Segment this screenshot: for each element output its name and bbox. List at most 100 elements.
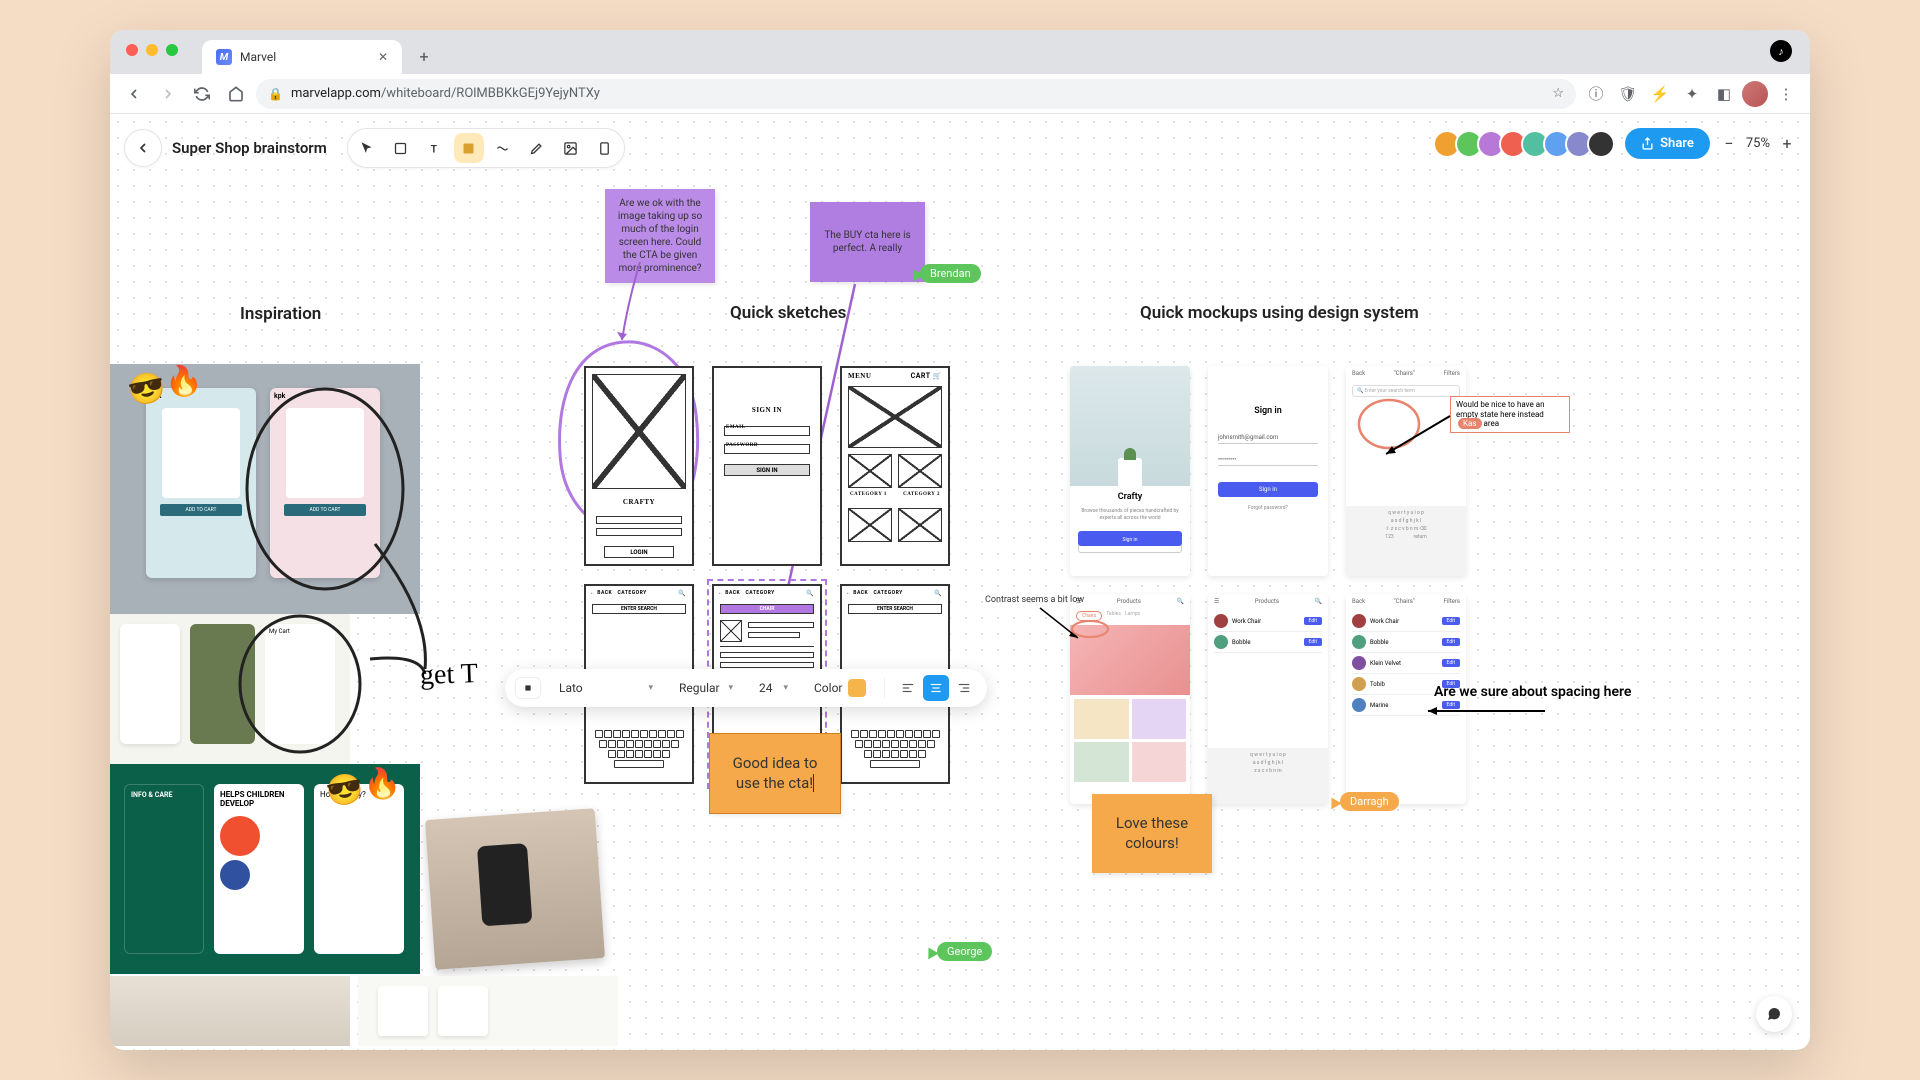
- close-tab-icon[interactable]: ✕: [378, 50, 388, 64]
- arrow-icon: [1420, 704, 1550, 718]
- reload-button[interactable]: [188, 80, 216, 108]
- window-controls: [126, 44, 178, 56]
- svg-text:T: T: [431, 144, 437, 155]
- sticky-text: Good idea to use the cta!: [733, 754, 818, 792]
- connector-tool[interactable]: [488, 133, 518, 163]
- wireframe-signin[interactable]: SIGN IN EMAIL PASSWORD SIGN IN: [712, 366, 822, 566]
- chrome-profile-avatar[interactable]: [1742, 81, 1768, 107]
- freehand-circle: [240, 614, 370, 764]
- zoom-in-button[interactable]: +: [1778, 134, 1796, 153]
- text-tool[interactable]: T: [420, 133, 450, 163]
- browser-window: M Marvel ✕ + ♪ 🔒 marvelapp.com/whiteboar…: [110, 30, 1810, 1050]
- zoom-level[interactable]: 75%: [1746, 136, 1770, 151]
- list-item[interactable]: BobbleEdit: [1214, 632, 1322, 653]
- color-swatch: [848, 679, 866, 697]
- chrome-menu-icon[interactable]: ⋮: [1772, 80, 1800, 108]
- color-picker[interactable]: Color: [806, 675, 874, 701]
- align-center-button[interactable]: [923, 675, 949, 701]
- shape-tool[interactable]: [386, 133, 416, 163]
- zoom-controls: − 75% +: [1720, 134, 1796, 153]
- sticky-note[interactable]: The BUY cta here is perfect. A really: [810, 202, 925, 282]
- annotation-text[interactable]: Are we sure about spacing here: [1434, 684, 1631, 700]
- chat-icon: [1766, 1006, 1782, 1022]
- wireframe-login[interactable]: CRAFTY LOGIN: [584, 366, 694, 566]
- tab-title: Marvel: [240, 50, 276, 64]
- wireframe-grid: CRAFTY LOGIN SIGN IN EMAIL PASSWORD SIGN…: [584, 366, 950, 784]
- back-button[interactable]: [120, 80, 148, 108]
- browser-tab[interactable]: M Marvel ✕: [202, 40, 402, 74]
- forward-button[interactable]: [154, 80, 182, 108]
- font-family-select[interactable]: Lato▾: [551, 677, 661, 699]
- pen-tool[interactable]: [522, 133, 552, 163]
- mockup-products-list[interactable]: ☰Products🔍 Work ChairEditBobbleEdit q w …: [1208, 594, 1328, 804]
- minimize-window-icon[interactable]: [146, 44, 158, 56]
- new-tab-button[interactable]: +: [410, 42, 438, 70]
- cursor-user-name: Kas: [1458, 418, 1482, 429]
- inspiration-photo[interactable]: [425, 808, 605, 969]
- close-window-icon[interactable]: [126, 44, 138, 56]
- app-back-button[interactable]: [124, 129, 162, 167]
- align-left-button[interactable]: [895, 675, 921, 701]
- inspiration-photo[interactable]: [110, 976, 350, 1046]
- text-style-button[interactable]: [515, 677, 541, 699]
- tool-palette: T: [347, 128, 625, 168]
- lock-icon: 🔒: [268, 87, 283, 101]
- site-info-icon[interactable]: ⓘ: [1582, 80, 1610, 108]
- inspiration-photo[interactable]: [358, 976, 618, 1046]
- cursor-user-name: George: [937, 942, 992, 961]
- list-item[interactable]: BobbleEdit: [1352, 632, 1460, 653]
- user-cursor: Darragh: [1328, 792, 1399, 811]
- freehand-circle: [1070, 619, 1110, 639]
- url-text: marvelapp.com/whiteboard/ROlMBBKkGEj9Yej…: [291, 86, 600, 101]
- sidepanel-icon[interactable]: ◧: [1710, 80, 1738, 108]
- media-control-icon[interactable]: ♪: [1770, 40, 1792, 62]
- extension-bolt-icon[interactable]: ⚡: [1646, 80, 1674, 108]
- section-title-sketches[interactable]: Quick sketches: [730, 303, 846, 323]
- zoom-out-button[interactable]: −: [1720, 134, 1738, 153]
- extensions-icon[interactable]: ✦: [1678, 80, 1706, 108]
- text-align-group: [895, 675, 977, 701]
- list-item[interactable]: Klein VelvetEdit: [1352, 653, 1460, 674]
- shield-icon[interactable]: 🛡: [1614, 80, 1642, 108]
- text-format-toolbar: Lato▾ Regular▾ 24▾ Color: [505, 669, 987, 707]
- align-right-button[interactable]: [951, 675, 977, 701]
- sticky-note-selected[interactable]: Good idea to use the cta!: [710, 734, 840, 813]
- cursor-user-name: Darragh: [1340, 792, 1399, 811]
- user-cursor: Brendan: [910, 264, 981, 283]
- mockup-signin[interactable]: Sign in johnsmith@gmail.com ••••••••• Si…: [1208, 366, 1328, 576]
- arrow-icon: [1380, 412, 1460, 462]
- sticky-note-tool[interactable]: [454, 133, 484, 163]
- font-weight-select[interactable]: Regular▾: [671, 677, 741, 699]
- image-tool[interactable]: [556, 133, 586, 163]
- select-tool[interactable]: [352, 133, 382, 163]
- section-title-inspiration[interactable]: Inspiration: [240, 304, 321, 324]
- whiteboard-canvas[interactable]: Inspiration Quick sketches Quick mockups…: [110, 114, 1810, 1050]
- font-size-select[interactable]: 24▾: [751, 677, 796, 699]
- share-button[interactable]: Share: [1625, 128, 1710, 159]
- annotation-text[interactable]: Contrast seems a bit low: [985, 595, 1084, 605]
- home-button[interactable]: [222, 80, 250, 108]
- section-title-mockups[interactable]: Quick mockups using design system: [1140, 303, 1419, 323]
- user-cursor: George: [925, 942, 992, 961]
- sticky-note[interactable]: Love these colours!: [1092, 794, 1212, 873]
- list-item[interactable]: Work ChairEdit: [1214, 611, 1322, 632]
- maximize-window-icon[interactable]: [166, 44, 178, 56]
- sticky-text: Love these colours!: [1116, 814, 1188, 852]
- collaborator-avatar[interactable]: [1587, 130, 1615, 158]
- frame-tool[interactable]: [590, 133, 620, 163]
- handwriting-text[interactable]: get T: [419, 658, 478, 692]
- list-item[interactable]: Work ChairEdit: [1352, 611, 1460, 632]
- annotation-box[interactable]: Would be nice to have an empty state her…: [1450, 396, 1570, 433]
- mockup-search-empty[interactable]: Back"Chairs"Filters 🔍 Enter your search …: [1346, 366, 1466, 576]
- inspiration-image[interactable]: My Cart: [110, 614, 350, 764]
- comments-button[interactable]: [1756, 996, 1792, 1032]
- wireframe-categories[interactable]: MENU CART 🛒 CATEGORY 1 CATEGORY 2: [840, 366, 950, 566]
- whiteboard-app: Super Shop brainstorm T Share − 75%: [110, 114, 1810, 1050]
- mockup-crafty-landing[interactable]: Crafty Browse thousands of pieces handcr…: [1070, 366, 1190, 576]
- document-title[interactable]: Super Shop brainstorm: [172, 139, 327, 157]
- address-bar[interactable]: 🔒 marvelapp.com/whiteboard/ROlMBBKkGEj9Y…: [256, 79, 1576, 109]
- bookmark-star-icon[interactable]: ☆: [1552, 86, 1564, 101]
- collaborator-avatars[interactable]: [1439, 130, 1615, 158]
- sticky-text: The BUY cta here is perfect. A really: [820, 229, 915, 255]
- chrome-tab-strip: M Marvel ✕ + ♪: [110, 30, 1810, 74]
